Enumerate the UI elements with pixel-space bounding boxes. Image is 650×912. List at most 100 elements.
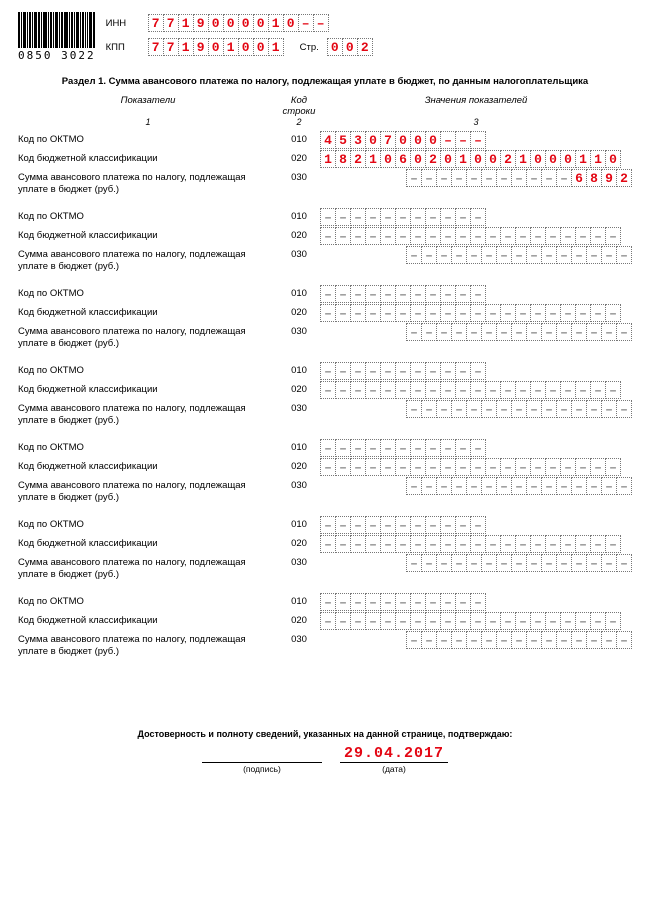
cell[interactable]: – (560, 458, 576, 476)
cell[interactable]: – (320, 381, 336, 399)
cell[interactable]: – (496, 477, 512, 495)
cell[interactable]: – (436, 554, 452, 572)
cell[interactable]: – (440, 362, 456, 380)
cell[interactable]: 8 (586, 169, 602, 187)
cell[interactable]: 0 (253, 38, 269, 56)
cell[interactable]: – (530, 458, 546, 476)
cell[interactable]: – (586, 323, 602, 341)
cell[interactable]: – (526, 323, 542, 341)
cell[interactable]: – (455, 227, 471, 245)
cell[interactable]: – (455, 439, 471, 457)
cell[interactable]: 2 (616, 169, 632, 187)
cell[interactable]: 0 (560, 150, 576, 168)
cell[interactable]: 0 (238, 38, 254, 56)
cell[interactable]: 1 (223, 38, 239, 56)
cell[interactable]: – (335, 516, 351, 534)
cell[interactable]: – (571, 400, 587, 418)
cell[interactable]: – (515, 535, 531, 553)
cell[interactable]: 0 (238, 14, 254, 32)
cell[interactable]: – (545, 612, 561, 630)
cell[interactable]: – (395, 362, 411, 380)
cell[interactable]: – (511, 323, 527, 341)
cell[interactable]: – (395, 304, 411, 322)
cell[interactable]: – (320, 593, 336, 611)
cell[interactable]: – (335, 208, 351, 226)
cell[interactable]: – (541, 323, 557, 341)
cell[interactable]: – (571, 554, 587, 572)
cell[interactable]: – (451, 246, 467, 264)
cell[interactable]: – (365, 381, 381, 399)
cell[interactable]: 1 (515, 150, 531, 168)
cell[interactable]: – (365, 535, 381, 553)
cell[interactable]: – (425, 516, 441, 534)
cell[interactable]: – (511, 477, 527, 495)
cell[interactable]: – (500, 612, 516, 630)
cell[interactable]: – (425, 458, 441, 476)
cell[interactable]: – (556, 477, 572, 495)
cell[interactable]: – (395, 516, 411, 534)
cell[interactable]: – (380, 208, 396, 226)
cell[interactable]: – (511, 631, 527, 649)
cell[interactable]: – (541, 631, 557, 649)
cell[interactable]: – (485, 458, 501, 476)
cell[interactable]: – (526, 477, 542, 495)
cell[interactable]: – (586, 477, 602, 495)
cell[interactable]: – (500, 535, 516, 553)
cell[interactable]: – (436, 477, 452, 495)
cell[interactable]: – (451, 400, 467, 418)
cell[interactable]: – (556, 323, 572, 341)
cell[interactable]: – (350, 458, 366, 476)
cell[interactable]: – (350, 208, 366, 226)
cell[interactable]: – (298, 14, 314, 32)
cell[interactable]: – (421, 631, 437, 649)
cell[interactable]: – (466, 169, 482, 187)
cell[interactable]: 7 (380, 131, 396, 149)
cell[interactable]: 4 (320, 131, 336, 149)
cell[interactable]: – (320, 285, 336, 303)
cell[interactable]: – (335, 535, 351, 553)
cell[interactable]: – (526, 246, 542, 264)
cell[interactable]: 1 (268, 14, 284, 32)
cell[interactable]: 0 (410, 150, 426, 168)
cell[interactable]: – (425, 362, 441, 380)
cell[interactable]: – (440, 612, 456, 630)
cell[interactable]: – (496, 169, 512, 187)
cell[interactable]: 1 (320, 150, 336, 168)
cell[interactable]: – (365, 593, 381, 611)
cell[interactable]: 0 (223, 14, 239, 32)
cell[interactable]: – (560, 227, 576, 245)
cell[interactable]: 0 (380, 150, 396, 168)
cell[interactable]: – (380, 535, 396, 553)
cell[interactable]: – (365, 458, 381, 476)
cell[interactable]: – (556, 400, 572, 418)
cell[interactable]: – (466, 554, 482, 572)
cell[interactable]: – (605, 227, 621, 245)
cell[interactable]: – (410, 612, 426, 630)
cell[interactable]: – (496, 400, 512, 418)
cell[interactable]: – (470, 131, 486, 149)
cell[interactable]: 0 (440, 150, 456, 168)
cell[interactable]: – (470, 612, 486, 630)
cell[interactable]: – (605, 458, 621, 476)
cell[interactable]: – (530, 612, 546, 630)
cell[interactable]: – (421, 246, 437, 264)
cell[interactable]: 0 (253, 14, 269, 32)
cell[interactable]: – (590, 535, 606, 553)
cell[interactable]: – (556, 554, 572, 572)
cell[interactable]: – (451, 323, 467, 341)
cell[interactable]: – (380, 439, 396, 457)
cell[interactable]: – (410, 304, 426, 322)
cell[interactable]: 0 (410, 131, 426, 149)
cell[interactable]: – (515, 227, 531, 245)
cell[interactable]: – (406, 323, 422, 341)
cell[interactable]: 7 (148, 38, 164, 56)
cell[interactable]: – (436, 323, 452, 341)
cell[interactable]: – (545, 381, 561, 399)
cell[interactable]: – (470, 362, 486, 380)
cell[interactable]: – (421, 477, 437, 495)
cell[interactable]: – (365, 285, 381, 303)
cell[interactable]: – (425, 304, 441, 322)
cell[interactable]: – (425, 227, 441, 245)
cell[interactable]: 9 (601, 169, 617, 187)
cell[interactable]: – (616, 246, 632, 264)
